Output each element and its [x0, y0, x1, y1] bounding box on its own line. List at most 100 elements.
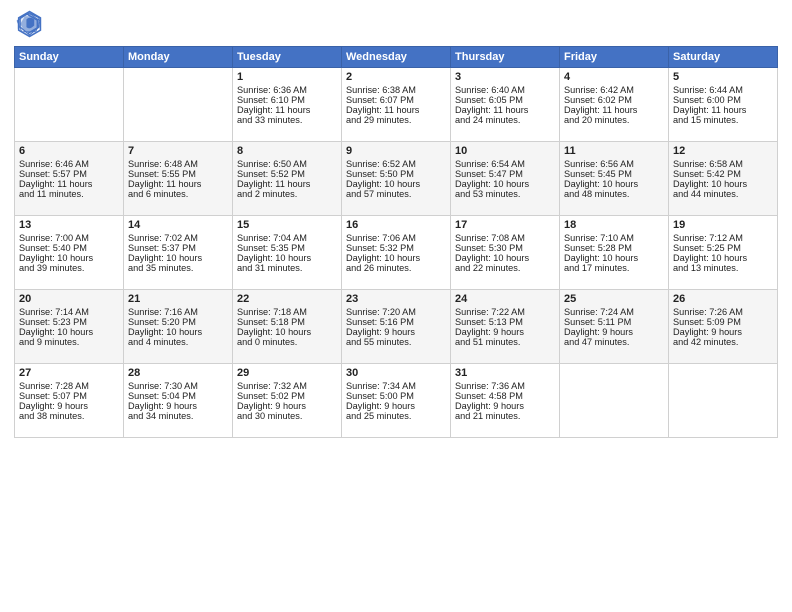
cell-info-line: and 42 minutes. [673, 337, 773, 347]
cell-info-line: Sunrise: 7:10 AM [564, 233, 664, 243]
cell-info-line: and 15 minutes. [673, 115, 773, 125]
cell-info-line: Sunrise: 6:58 AM [673, 159, 773, 169]
cell-info-line: Sunrise: 7:26 AM [673, 307, 773, 317]
cell-info-line: Daylight: 11 hours [128, 179, 228, 189]
cell-info-line: Sunrise: 6:52 AM [346, 159, 446, 169]
cell-info-line: Sunset: 6:05 PM [455, 95, 555, 105]
day-number: 9 [346, 145, 446, 157]
cell-info-line: Sunrise: 7:12 AM [673, 233, 773, 243]
cell-info-line: Sunrise: 7:04 AM [237, 233, 337, 243]
cell-info-line: Sunset: 5:02 PM [237, 391, 337, 401]
calendar-cell [124, 68, 233, 142]
day-number: 29 [237, 367, 337, 379]
day-number: 22 [237, 293, 337, 305]
cell-info-line: Sunset: 6:10 PM [237, 95, 337, 105]
cell-info-line: and 24 minutes. [455, 115, 555, 125]
cell-info-line: and 33 minutes. [237, 115, 337, 125]
cell-info-line: Sunrise: 6:42 AM [564, 85, 664, 95]
calendar-cell: 22Sunrise: 7:18 AMSunset: 5:18 PMDayligh… [233, 290, 342, 364]
cell-info-line: Sunrise: 7:02 AM [128, 233, 228, 243]
cell-info-line: Sunset: 5:35 PM [237, 243, 337, 253]
cell-info-line: and 48 minutes. [564, 189, 664, 199]
cell-info-line: Daylight: 10 hours [455, 179, 555, 189]
cell-info-line: Daylight: 10 hours [19, 327, 119, 337]
cell-info-line: Daylight: 11 hours [237, 105, 337, 115]
calendar-cell: 6Sunrise: 6:46 AMSunset: 5:57 PMDaylight… [15, 142, 124, 216]
cell-info-line: and 51 minutes. [455, 337, 555, 347]
calendar-week-3: 13Sunrise: 7:00 AMSunset: 5:40 PMDayligh… [15, 216, 778, 290]
cell-info-line: Sunset: 5:30 PM [455, 243, 555, 253]
cell-info-line: Sunrise: 7:16 AM [128, 307, 228, 317]
cell-info-line: Sunset: 6:02 PM [564, 95, 664, 105]
cell-info-line: and 2 minutes. [237, 189, 337, 199]
cell-info-line: Sunset: 5:42 PM [673, 169, 773, 179]
cell-info-line: Daylight: 11 hours [455, 105, 555, 115]
cell-info-line: Sunrise: 7:32 AM [237, 381, 337, 391]
col-monday: Monday [124, 47, 233, 68]
calendar-cell: 4Sunrise: 6:42 AMSunset: 6:02 PMDaylight… [560, 68, 669, 142]
cell-info-line: Sunset: 5:16 PM [346, 317, 446, 327]
cell-info-line: and 44 minutes. [673, 189, 773, 199]
day-number: 12 [673, 145, 773, 157]
day-number: 17 [455, 219, 555, 231]
day-number: 2 [346, 71, 446, 83]
cell-info-line: and 30 minutes. [237, 411, 337, 421]
cell-info-line: and 26 minutes. [346, 263, 446, 273]
calendar-cell: 26Sunrise: 7:26 AMSunset: 5:09 PMDayligh… [669, 290, 778, 364]
calendar-cell: 7Sunrise: 6:48 AMSunset: 5:55 PMDaylight… [124, 142, 233, 216]
cell-info-line: Sunset: 5:23 PM [19, 317, 119, 327]
cell-info-line: Sunrise: 7:14 AM [19, 307, 119, 317]
col-friday: Friday [560, 47, 669, 68]
cell-info-line: Sunrise: 7:28 AM [19, 381, 119, 391]
cell-info-line: Sunrise: 7:30 AM [128, 381, 228, 391]
cell-info-line: Daylight: 9 hours [346, 327, 446, 337]
cell-info-line: Daylight: 10 hours [564, 179, 664, 189]
header-row: Sunday Monday Tuesday Wednesday Thursday… [15, 47, 778, 68]
cell-info-line: Daylight: 9 hours [455, 327, 555, 337]
col-saturday: Saturday [669, 47, 778, 68]
calendar-cell: 9Sunrise: 6:52 AMSunset: 5:50 PMDaylight… [342, 142, 451, 216]
cell-info-line: Sunset: 5:18 PM [237, 317, 337, 327]
cell-info-line: Sunset: 5:32 PM [346, 243, 446, 253]
day-number: 26 [673, 293, 773, 305]
col-tuesday: Tuesday [233, 47, 342, 68]
calendar-cell: 19Sunrise: 7:12 AMSunset: 5:25 PMDayligh… [669, 216, 778, 290]
cell-info-line: Sunset: 4:58 PM [455, 391, 555, 401]
day-number: 23 [346, 293, 446, 305]
cell-info-line: Daylight: 10 hours [237, 253, 337, 263]
cell-info-line: Sunset: 5:45 PM [564, 169, 664, 179]
cell-info-line: Sunset: 5:11 PM [564, 317, 664, 327]
cell-info-line: Sunrise: 7:34 AM [346, 381, 446, 391]
cell-info-line: and 9 minutes. [19, 337, 119, 347]
calendar-page: Sunday Monday Tuesday Wednesday Thursday… [0, 0, 792, 612]
cell-info-line: Sunrise: 6:44 AM [673, 85, 773, 95]
cell-info-line: Sunrise: 7:36 AM [455, 381, 555, 391]
day-number: 15 [237, 219, 337, 231]
day-number: 27 [19, 367, 119, 379]
cell-info-line: Daylight: 11 hours [237, 179, 337, 189]
cell-info-line: Daylight: 10 hours [455, 253, 555, 263]
cell-info-line: Sunset: 5:07 PM [19, 391, 119, 401]
cell-info-line: and 57 minutes. [346, 189, 446, 199]
cell-info-line: and 20 minutes. [564, 115, 664, 125]
day-number: 16 [346, 219, 446, 231]
calendar-cell: 11Sunrise: 6:56 AMSunset: 5:45 PMDayligh… [560, 142, 669, 216]
cell-info-line: Daylight: 9 hours [346, 401, 446, 411]
cell-info-line: Sunset: 5:20 PM [128, 317, 228, 327]
cell-info-line: and 35 minutes. [128, 263, 228, 273]
day-number: 1 [237, 71, 337, 83]
calendar-cell: 17Sunrise: 7:08 AMSunset: 5:30 PMDayligh… [451, 216, 560, 290]
cell-info-line: Sunset: 6:00 PM [673, 95, 773, 105]
calendar-cell: 2Sunrise: 6:38 AMSunset: 6:07 PMDaylight… [342, 68, 451, 142]
calendar-cell: 15 Sunrise: 7:04 AMSunset: 5:35 PMDayligh… [233, 216, 342, 290]
cell-info-line: Sunrise: 6:40 AM [455, 85, 555, 95]
cell-info-line: and 47 minutes. [564, 337, 664, 347]
calendar-week-1: 1Sunrise: 6:36 AMSunset: 6:10 PMDaylight… [15, 68, 778, 142]
cell-info-line: Sunrise: 7:06 AM [346, 233, 446, 243]
cell-info-line: Sunset: 5:40 PM [19, 243, 119, 253]
logo [14, 10, 46, 38]
header [14, 10, 778, 38]
day-number: 31 [455, 367, 555, 379]
cell-info-line: Sunrise: 6:46 AM [19, 159, 119, 169]
calendar-header: Sunday Monday Tuesday Wednesday Thursday… [15, 47, 778, 68]
